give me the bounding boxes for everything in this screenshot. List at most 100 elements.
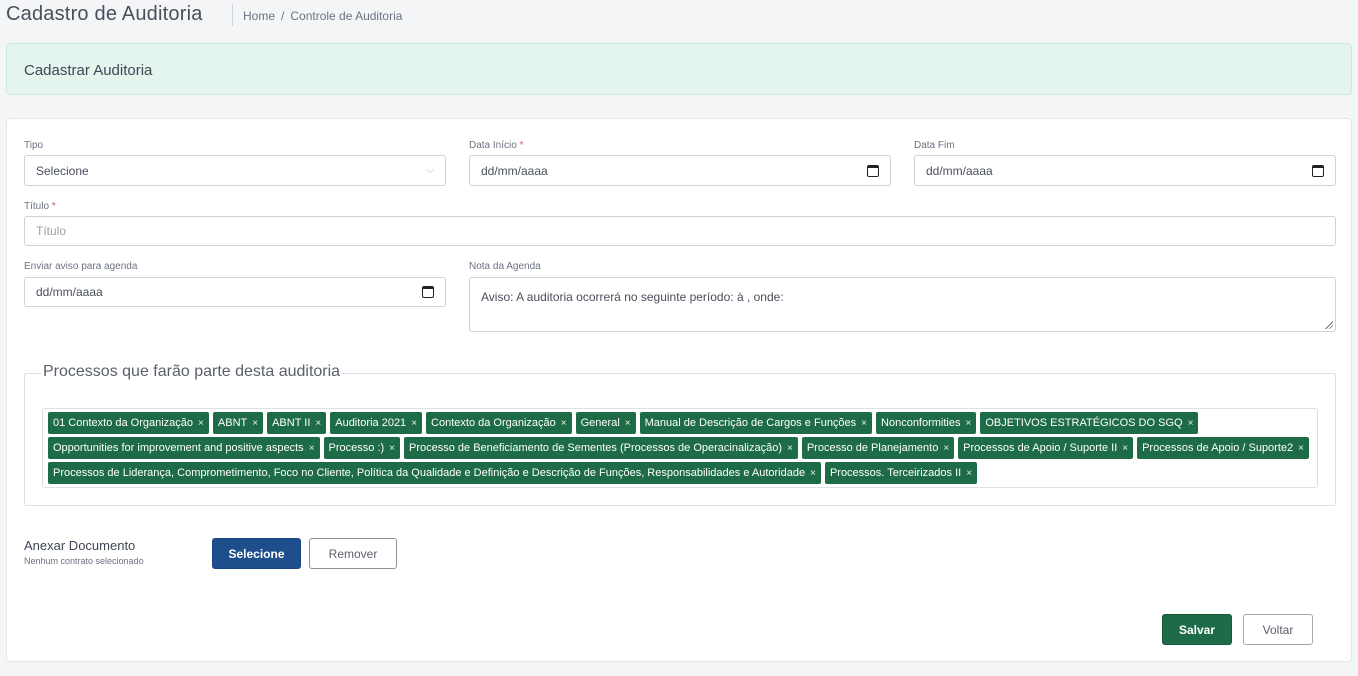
breadcrumb-home-link[interactable]: Home xyxy=(243,9,275,23)
data-fim-label: Data Fim xyxy=(914,140,955,151)
top-bar: Cadastro de Auditoria Home / Controle de… xyxy=(0,0,1358,34)
close-icon[interactable]: × xyxy=(1188,418,1194,429)
data-fim-input[interactable]: dd/mm/aaaa xyxy=(914,155,1336,186)
breadcrumb: Home / Controle de Auditoria xyxy=(243,9,402,23)
titulo-label: Título * xyxy=(24,201,56,212)
process-tag: OBJETIVOS ESTRATÉGICOS DO SGQ × xyxy=(980,412,1199,434)
breadcrumb-separator: / xyxy=(281,9,285,23)
title-divider xyxy=(232,4,233,26)
tipo-label-text: Tipo xyxy=(24,140,44,151)
process-tag-label: Processos de Apoio / Suporte2 xyxy=(1142,442,1294,454)
process-tag-label: Opportunities for improvement and positi… xyxy=(53,442,304,454)
process-tag: Manual de Descrição de Cargos e Funções × xyxy=(639,412,873,434)
resize-grip-icon[interactable] xyxy=(1325,321,1333,329)
process-tag-label: Processo :) xyxy=(328,442,385,454)
close-icon[interactable]: × xyxy=(943,443,949,454)
enviar-aviso-value: dd/mm/aaaa xyxy=(36,285,103,299)
anexar-status: Nenhum contrato selecionado xyxy=(24,556,144,566)
close-icon[interactable]: × xyxy=(309,443,315,454)
process-tag: Contexto da Organização × xyxy=(426,412,572,434)
enviar-aviso-input[interactable]: dd/mm/aaaa xyxy=(24,277,446,307)
page-title: Cadastro de Auditoria xyxy=(6,3,203,25)
enviar-aviso-label: Enviar aviso para agenda xyxy=(24,261,137,272)
section-banner: Cadastrar Auditoria xyxy=(6,43,1352,95)
data-fim-value: dd/mm/aaaa xyxy=(926,163,993,178)
process-tag-label: Processo de Planejamento xyxy=(806,442,939,454)
close-icon[interactable]: × xyxy=(625,418,631,429)
close-icon[interactable]: × xyxy=(315,418,321,429)
process-tag: ABNT II × xyxy=(267,412,327,434)
banner-title: Cadastrar Auditoria xyxy=(24,62,153,79)
process-tag: Processos de Apoio / Suporte2 × xyxy=(1137,437,1309,459)
process-tag: Nonconformities × xyxy=(876,412,977,434)
close-icon[interactable]: × xyxy=(561,418,567,429)
close-icon[interactable]: × xyxy=(389,443,395,454)
titulo-placeholder: Título xyxy=(36,224,67,238)
close-icon[interactable]: × xyxy=(861,418,867,429)
tipo-select-value: Selecione xyxy=(36,163,89,178)
processos-fieldset: Processos que farão parte desta auditori… xyxy=(24,363,1336,506)
process-tag-label: Manual de Descrição de Cargos e Funções xyxy=(644,417,857,429)
chevron-down-icon: ⌵ xyxy=(426,165,434,176)
back-button[interactable]: Voltar xyxy=(1243,614,1313,645)
titulo-input[interactable]: Título xyxy=(24,216,1336,246)
processos-tag-input[interactable]: 01 Contexto da Organização × ABNT × ABNT II ×… xyxy=(42,408,1318,488)
close-icon[interactable]: × xyxy=(810,468,816,479)
process-tag-label: Nonconformities xyxy=(881,417,961,429)
select-file-button[interactable]: Selecione xyxy=(212,538,301,569)
data-inicio-label: Data Início * xyxy=(469,140,524,151)
breadcrumb-current: Controle de Auditoria xyxy=(290,9,403,23)
calendar-icon[interactable] xyxy=(422,286,434,298)
process-tag: Processo de Planejamento × xyxy=(801,437,955,459)
process-tag: ABNT × xyxy=(212,412,264,434)
process-tag-label: Processo de Beneficiamento de Sementes (… xyxy=(409,442,782,454)
data-inicio-input[interactable]: dd/mm/aaaa xyxy=(469,155,891,186)
process-tag-label: OBJETIVOS ESTRATÉGICOS DO SGQ xyxy=(985,417,1183,429)
close-icon[interactable]: × xyxy=(966,468,972,479)
nota-agenda-textarea[interactable]: Aviso: A auditoria ocorrerá no seguinte … xyxy=(469,277,1336,332)
process-tag-label: Auditoria 2021 xyxy=(335,417,407,429)
process-tag-label: Processos de Apoio / Suporte II xyxy=(963,442,1118,454)
close-icon[interactable]: × xyxy=(411,418,417,429)
enviar-aviso-label-text: Enviar aviso para agenda xyxy=(24,261,138,272)
process-tag: Processos de Apoio / Suporte II × xyxy=(958,437,1134,459)
data-inicio-value: dd/mm/aaaa xyxy=(481,163,548,178)
close-icon[interactable]: × xyxy=(1122,443,1128,454)
nota-agenda-value: Aviso: A auditoria ocorrerá no seguinte … xyxy=(481,290,784,304)
process-tag: Processo de Beneficiamento de Sementes (… xyxy=(404,437,798,459)
process-tag: 01 Contexto da Organização × xyxy=(48,412,209,434)
process-tag-label: Contexto da Organização xyxy=(431,417,556,429)
calendar-icon[interactable] xyxy=(867,164,879,177)
process-tag-label: ABNT xyxy=(217,417,248,429)
data-fim-label-text: Data Fim xyxy=(914,140,955,151)
process-tag: Processo :) × xyxy=(323,437,401,459)
process-tag-label: General xyxy=(580,417,620,429)
process-tag: General × xyxy=(575,412,636,434)
remove-file-button[interactable]: Remover xyxy=(309,538,397,569)
process-tag: Processos. Terceirizados II × xyxy=(824,462,978,484)
process-tag-label: 01 Contexto da Organização xyxy=(53,417,194,429)
close-icon[interactable]: × xyxy=(787,443,793,454)
nota-agenda-label: Nota da Agenda xyxy=(469,261,541,272)
save-button[interactable]: Salvar xyxy=(1162,614,1232,645)
tipo-select[interactable]: Selecione ⌵ xyxy=(24,155,446,186)
process-tag-label: Processos de Liderança, Comprometimento,… xyxy=(53,467,806,479)
calendar-icon[interactable] xyxy=(1312,164,1324,177)
close-icon[interactable]: × xyxy=(198,418,204,429)
close-icon[interactable]: × xyxy=(966,418,972,429)
required-mark: * xyxy=(51,201,56,212)
process-tag: Auditoria 2021 × xyxy=(330,412,423,434)
process-tag-label: Processos. Terceirizados II xyxy=(829,467,962,479)
required-mark: * xyxy=(519,140,524,151)
close-icon[interactable]: × xyxy=(252,418,258,429)
nota-agenda-label-text: Nota da Agenda xyxy=(469,261,541,272)
form-card: Tipo Selecione ⌵ Data Início * dd/mm/aaa… xyxy=(6,118,1352,662)
data-inicio-label-text: Data Início xyxy=(469,140,517,151)
process-tag: Processos de Liderança, Comprometimento,… xyxy=(48,462,821,484)
processos-legend: Processos que farão parte desta auditori… xyxy=(41,363,343,381)
anexar-label: Anexar Documento xyxy=(24,538,136,553)
process-tag-label: ABNT II xyxy=(272,417,311,429)
process-tag: Opportunities for improvement and positi… xyxy=(48,437,320,459)
close-icon[interactable]: × xyxy=(1298,443,1304,454)
titulo-label-text: Título xyxy=(24,201,50,212)
